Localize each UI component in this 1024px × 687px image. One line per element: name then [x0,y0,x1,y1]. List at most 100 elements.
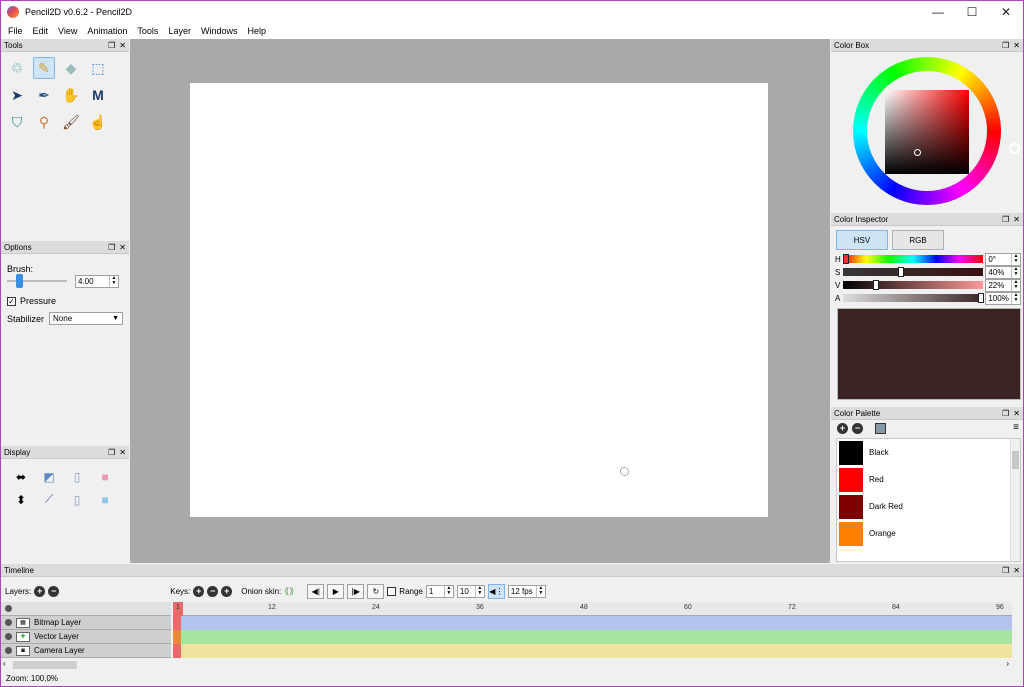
close-icon[interactable]: ✕ [119,41,126,50]
hue-marker[interactable] [1009,143,1020,154]
palette-item[interactable]: Black [837,439,1020,466]
outlines-icon[interactable]: ◩ [35,465,63,488]
chevron-right-icon[interactable]: › [1006,659,1009,668]
value-slider[interactable] [842,280,984,290]
flip-horizontal-icon[interactable]: ⬌ [7,465,35,488]
eyedropper-tool-icon[interactable]: ⚲ [33,111,55,133]
menu-windows[interactable]: Windows [196,26,243,36]
float-icon[interactable]: ❐ [108,243,115,252]
prev-frame-button[interactable]: ◀| [307,583,325,599]
palette-item[interactable]: Dark Red [837,493,1020,520]
pressure-checkbox[interactable]: ✓ [7,296,16,306]
v-spinbox[interactable]: 22% ▲ ▼ [985,278,1021,292]
hue-wheel[interactable] [853,57,1020,205]
add-color-icon[interactable]: + [837,423,848,434]
palette-item[interactable]: Red [837,466,1020,493]
eraser-tool-icon[interactable]: ◆ [60,57,82,79]
a-spinbox[interactable]: 100% ▲ ▼ [985,291,1021,305]
move-tool-icon[interactable]: ➤ [6,84,28,106]
menu-icon[interactable]: ≡ [1013,422,1019,433]
hue-slider[interactable] [842,254,984,264]
thin-lines-icon[interactable]: ⟋ [35,488,63,511]
onion-skin-icon[interactable]: ⟪⟫ [284,586,294,597]
visibility-icon[interactable] [5,619,12,626]
flip-vertical-icon[interactable]: ⬍ [7,488,35,511]
float-icon[interactable]: ❐ [1002,409,1009,418]
menu-edit[interactable]: Edit [28,26,54,36]
onion-blue-icon[interactable]: ■ [91,488,119,511]
drawing-canvas[interactable] [190,83,768,517]
saturation-value-square[interactable] [885,90,969,174]
float-icon[interactable]: ❐ [1002,566,1009,575]
sound-icon[interactable]: ◀⋮ [487,583,505,599]
remove-color-icon[interactable]: − [852,423,863,434]
menu-animation[interactable]: Animation [82,26,132,36]
layer-track-bitmap[interactable] [173,616,1012,630]
sv-marker[interactable] [914,149,921,156]
menu-view[interactable]: View [53,26,82,36]
remove-key-icon[interactable]: − [207,585,219,597]
range-checkbox[interactable] [387,586,397,596]
menu-tools[interactable]: Tools [132,26,163,36]
close-icon[interactable]: ✕ [1013,41,1020,50]
close-icon[interactable]: ✕ [119,448,126,457]
clear-tool-icon[interactable]: ♲ [6,57,28,79]
layer-row-camera[interactable]: ◙ Camera Layer [1,644,171,658]
remove-layer-icon[interactable]: − [48,585,60,597]
hand-tool-icon[interactable]: ✋ [60,84,82,106]
close-icon[interactable]: ✕ [1013,409,1020,418]
float-icon[interactable]: ❐ [108,448,115,457]
brush-size-spinbox[interactable]: 4.00 ▲ ▼ [75,274,119,288]
h-spinbox[interactable]: 0° ▲ ▼ [985,252,1021,266]
range-start-spinbox[interactable]: 1 ▲ ▼ [425,584,454,598]
next-frame-button[interactable]: |▶ [347,583,365,599]
layer-track-vector[interactable] [173,630,1012,644]
timeline-scrollbar[interactable]: ‹ › [1,659,1013,670]
visibility-icon[interactable] [5,647,12,654]
palette-view-icon[interactable] [875,423,886,434]
layer-row-bitmap[interactable]: ▦ Bitmap Layer [1,616,171,630]
palette-item[interactable]: Orange [837,520,1020,547]
smudge-tool-icon[interactable]: M [87,84,109,106]
palette-scrollbar[interactable] [1010,439,1020,561]
pencil-tool-icon[interactable]: ✎ [33,57,55,79]
hsv-mode-button[interactable]: HSV [836,230,888,250]
menu-help[interactable]: Help [242,26,271,36]
layer-row-vector[interactable]: ✚ Vector Layer [1,630,171,644]
close-icon[interactable]: ✕ [1013,566,1020,575]
float-icon[interactable]: ❐ [1002,41,1009,50]
close-icon[interactable]: ✕ [119,243,126,252]
maximize-button[interactable]: ☐ [955,1,989,23]
onion-prev-icon[interactable]: ▯ [63,465,91,488]
onion-next-icon[interactable]: ▯ [63,488,91,511]
brush-size-slider[interactable] [7,274,67,288]
bucket-tool-icon[interactable]: ⛉ [6,111,28,133]
menu-layer[interactable]: Layer [163,26,196,36]
loop-button[interactable]: ↻ [367,583,385,599]
minimize-button[interactable]: — [921,1,955,23]
brush-tool-icon[interactable]: 🖌 [60,111,82,133]
frame-ruler[interactable]: 1 12 24 36 48 60 72 84 96 [173,602,1012,616]
float-icon[interactable]: ❐ [108,41,115,50]
polyline-tool-icon[interactable]: ☝ [87,111,109,133]
add-layer-icon[interactable]: + [34,585,46,597]
layer-track-camera[interactable] [173,644,1012,658]
close-button[interactable]: ✕ [989,1,1023,23]
rgb-mode-button[interactable]: RGB [892,230,944,250]
menu-file[interactable]: File [3,26,28,36]
visibility-all-icon[interactable] [5,605,12,612]
visibility-icon[interactable] [5,633,12,640]
s-spinbox[interactable]: 40% ▲ ▼ [985,265,1021,279]
canvas-area[interactable] [130,39,830,563]
chevron-left-icon[interactable]: ‹ [3,659,6,668]
add-key-icon[interactable]: + [193,585,205,597]
fps-spinbox[interactable]: 12 fps ▲ ▼ [507,584,546,598]
onion-red-icon[interactable]: ■ [91,465,119,488]
pen-tool-icon[interactable]: ✒ [33,84,55,106]
range-end-spinbox[interactable]: 10 ▲ ▼ [456,584,485,598]
slider-handle[interactable] [16,274,23,288]
select-tool-icon[interactable]: ⬚ [87,57,109,79]
float-icon[interactable]: ❐ [1002,215,1009,224]
play-button[interactable]: ▶ [327,583,345,599]
duplicate-key-icon[interactable]: + [221,585,233,597]
